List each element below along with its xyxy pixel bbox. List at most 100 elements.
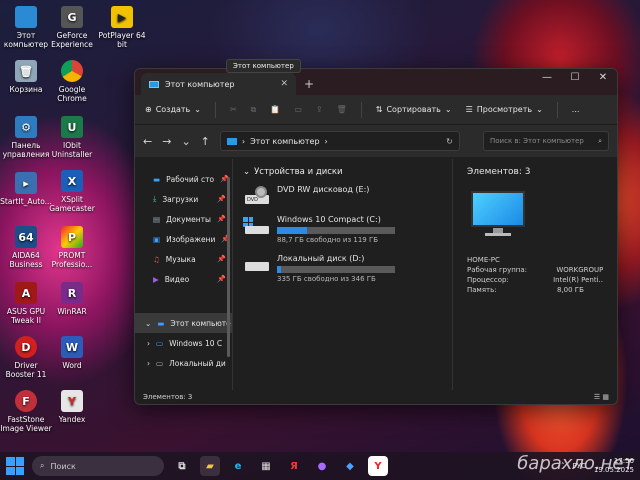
nav-item-video[interactable]: ▶ Видео 📌 [135,269,232,289]
desktop-icon-yandex[interactable]: Y Yandex [46,390,98,424]
nav-item-label: Рабочий сто [166,174,215,184]
forward-button[interactable]: → [162,135,171,148]
more-button[interactable]: ... [572,105,580,114]
taskbar-search-label: Поиск [50,461,76,471]
desktop-icon-label: PROMT Professio... [51,251,93,269]
chevron-down-icon: ⌄ [536,105,543,114]
desktop-icon-label: Этот компьютер [3,31,49,49]
maximize-button[interactable]: ☐ [561,69,589,89]
back-button[interactable]: ← [143,135,152,148]
tab-this-pc[interactable]: Этот компьютер ✕ [141,73,296,95]
section-header[interactable]: ⌄ Устройства и диски [243,167,442,177]
search-placeholder: Поиск в: Этот компьютер [490,137,584,145]
nav-item-pictures[interactable]: ▣ Изображени 📌 [135,229,232,249]
view-button[interactable]: ☰ Просмотреть ⌄ [466,105,543,114]
yandex-icon[interactable]: Я [284,456,304,476]
desktop-icon-aida64[interactable]: 64 AIDA64 Business [0,226,52,269]
detail-value: Intel(R) Penti... [553,276,603,284]
drive-item-e[interactable]: DVD DVD RW дисковод (E:) [243,185,442,205]
desktop-icon-promt[interactable]: P PROMT Professio... [46,226,98,269]
desktop-icon-xsplit[interactable]: X XSplit Gamecaster [46,170,98,213]
nav-item-drive-d[interactable]: › ▭ Локальный ди [135,353,232,373]
chevron-down-icon: ⌄ [444,105,452,114]
new-tab-button[interactable]: + [304,77,314,91]
desktop-icon-asus-gpu[interactable]: A ASUS GPU Tweak II [0,282,52,325]
file-explorer-icon[interactable]: ▰ [200,456,220,476]
desktop-icon-winrar[interactable]: R WinRAR [46,282,98,316]
edge-icon[interactable]: e [228,456,248,476]
nav-item-drive-c[interactable]: › ▭ Windows 10 C [135,333,232,353]
rename-icon[interactable]: ▭ [294,105,302,114]
nav-item-label: Загрузки [162,194,199,204]
minimize-button[interactable]: — [533,69,561,89]
item-count: Элементов: 3 [467,167,531,177]
share-icon[interactable]: ⇪ [316,105,323,114]
paste-icon[interactable]: 📋 [270,105,280,114]
desktop-icon-startit[interactable]: ▸ StartIt_Auto... [0,172,52,206]
desktop-icon-label: ASUS GPU Tweak II [6,307,46,325]
nav-item-this-pc[interactable]: ⌄ ▬ Этот компьюте [135,313,232,333]
monitor-icon: ▬ [157,318,165,328]
desktop-icon-recycle-bin[interactable]: 🗑 Корзина [0,60,52,94]
cut-icon[interactable]: ✂ [230,105,237,114]
detail-row: Память: 8,00 ГБ [467,285,603,295]
close-tab-icon[interactable]: ✕ [280,79,288,89]
nav-scrollbar[interactable] [227,177,230,357]
nav-item-label: Windows 10 C [169,338,223,348]
drive-free-text: 335 ГБ свободно из 346 ГБ [277,275,376,283]
drive-item-d[interactable]: Локальный диск (D:) 335 ГБ свободно из 3… [243,254,442,283]
explorer-body: ▬ Рабочий сто 📌 ⤓ Загрузки 📌 ▤ Документы… [135,159,617,390]
desktop-icon-driver-booster[interactable]: D Driver Booster 11 [0,336,52,379]
delete-icon[interactable]: 🗑 [337,105,347,114]
alice-icon[interactable]: ● [312,456,332,476]
store-icon[interactable]: ▦ [256,456,276,476]
create-button[interactable]: ⊕ Создать ⌄ [145,105,201,114]
view-icon: ☰ [465,105,473,114]
drive-usage-bar [277,227,395,234]
desktop-icon-iobit[interactable]: U IObit Uninstaller [46,116,98,159]
drive-free-text: 88,7 ГБ свободно из 119 ГБ [277,236,379,244]
word-icon: W [61,336,83,358]
desktop-icon: ▬ [153,174,161,184]
desktop-icon-label: IObit Uninstaller [51,141,93,159]
search-input[interactable]: Поиск в: Этот компьютер ⌕ [483,131,609,151]
breadcrumb[interactable]: Этот компьютер [250,137,319,146]
drive-item-c[interactable]: Windows 10 Compact (C:) 88,7 ГБ свободно… [243,215,442,244]
nav-item-documents[interactable]: ▤ Документы 📌 [135,209,232,229]
windows-logo-icon [15,457,24,466]
desktop-icon-control-panel[interactable]: ⚙ Панель управления [0,116,52,159]
desktop-icon-this-pc[interactable]: Этот компьютер [0,6,52,49]
recent-button[interactable]: ⌄ [181,135,190,148]
task-view-icon[interactable]: ⧉ [172,456,192,476]
explorer-window: Этот компьютер ✕ + — ☐ ✕ ⊕ Создать ⌄ ✂ ⧉… [134,68,618,405]
up-button[interactable]: ↑ [201,135,210,148]
close-button[interactable]: ✕ [589,69,617,89]
breadcrumb-chevron-icon: › [324,136,328,146]
copy-icon[interactable]: ⧉ [251,105,257,115]
drive-icon: ▭ [156,358,164,368]
desktop-icon-potplayer[interactable]: ▶ PotPlayer 64 bit [96,6,148,49]
desktop-icon-chrome[interactable]: Google Chrome [46,60,98,103]
yandex-browser-icon[interactable]: Y [368,456,388,476]
recycle-bin-icon: 🗑 [15,60,37,82]
drive-name: DVD RW дисковод (E:) [277,185,370,194]
taskbar-search[interactable]: ⌕ Поиск [32,456,164,476]
tooltip: Этот компьютер [226,59,301,73]
separator [214,101,216,118]
nav-item-desktop[interactable]: ▬ Рабочий сто 📌 [135,169,232,189]
nav-item-downloads[interactable]: ⤓ Загрузки 📌 [135,189,232,209]
sort-button[interactable]: ⇅ Сортировать ⌄ [376,105,452,114]
desktop-icon-label: AIDA64 Business [9,251,43,269]
desktop-icon-faststone[interactable]: F FastStone Image Viewer [0,390,52,433]
monitor-icon [226,137,237,145]
desktop-icon-geforce[interactable]: G GeForce Experience [46,6,98,49]
chevron-down-icon: ⌄ [194,105,201,114]
nav-item-music[interactable]: ♫ Музыка 📌 [135,249,232,269]
drive-icon [243,254,269,274]
view-toggle-icons[interactable]: ☰ ▦ [594,393,609,401]
desktop-icon-word[interactable]: W Word [46,336,98,370]
address-bar[interactable]: › Этот компьютер › ↻ [219,131,460,151]
messenger-icon[interactable]: ◆ [340,456,360,476]
start-button[interactable] [6,457,24,475]
refresh-icon[interactable]: ↻ [446,137,453,146]
